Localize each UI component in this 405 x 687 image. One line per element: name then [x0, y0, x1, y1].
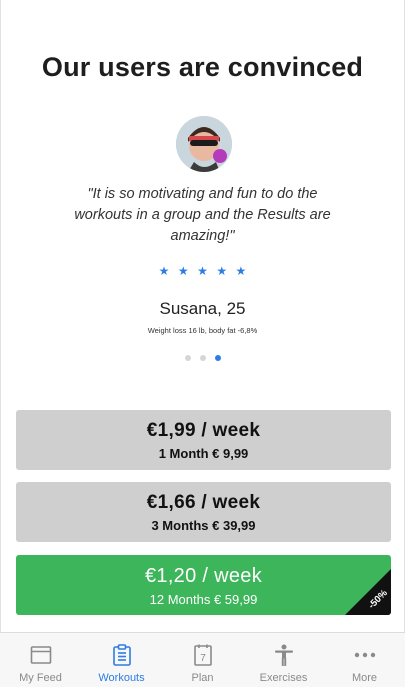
plan-detail: 12 Months € 59,99 [149, 592, 258, 607]
tab-my-feed[interactable]: My Feed [0, 633, 81, 687]
plan-detail: 3 Months € 39,99 [151, 518, 256, 533]
clipboard-icon [112, 644, 131, 666]
page-title: Our users are convinced [41, 52, 364, 82]
calendar-day: 7 [200, 653, 206, 664]
tab-label: My Feed [19, 672, 62, 684]
testimonial-quote: "It is so motivating and fun to do the w… [74, 186, 331, 244]
star-icon: ★ [216, 264, 228, 278]
pager-dot[interactable] [199, 355, 206, 361]
tab-more[interactable]: More [324, 633, 405, 687]
more-dots-icon [354, 652, 375, 658]
tab-label: Plan [191, 672, 214, 684]
plan-1-month-button[interactable]: €1,99 / week 1 Month € 9,99 [16, 410, 391, 470]
pager-dot-active[interactable] [214, 355, 221, 361]
tab-label: More [351, 672, 378, 684]
bottom-tab-bar: My Feed Workouts 7 Plan Exercises More [0, 632, 405, 687]
user-avatar [176, 116, 232, 172]
calendar-icon: 7 [193, 644, 212, 666]
plan-price: €1,20 / week [144, 565, 262, 587]
tab-label: Exercises [259, 672, 308, 684]
star-icon: ★ [197, 264, 208, 278]
pager-dot[interactable] [184, 355, 191, 361]
plan-price: €1,99 / week [146, 420, 261, 441]
tab-exercises[interactable]: Exercises [243, 633, 324, 687]
tab-label: Workouts [98, 672, 145, 684]
person-icon [274, 644, 293, 666]
plan-detail: 1 Month € 9,99 [158, 446, 249, 461]
star-icon: ★ [158, 264, 170, 278]
carousel-pager[interactable] [0, 355, 405, 361]
rating-stars: ★ ★ ★ ★ ★ [0, 262, 405, 280]
testimonial-stats: Weight loss 16 lb, body fat -6,8% [147, 326, 258, 335]
plan-price: €1,66 / week [146, 492, 261, 513]
star-icon: ★ [235, 264, 247, 278]
tab-plan[interactable]: 7 Plan [162, 633, 243, 687]
star-icon: ★ [177, 264, 189, 278]
plan-3-months-button[interactable]: €1,66 / week 3 Months € 39,99 [16, 482, 391, 542]
testimonial-name: Susana, 25 [159, 299, 246, 318]
feed-icon [30, 646, 51, 664]
plan-12-months-button[interactable]: €1,20 / week 12 Months € 59,99 -50% [16, 555, 391, 615]
tab-workouts[interactable]: Workouts [81, 633, 162, 687]
